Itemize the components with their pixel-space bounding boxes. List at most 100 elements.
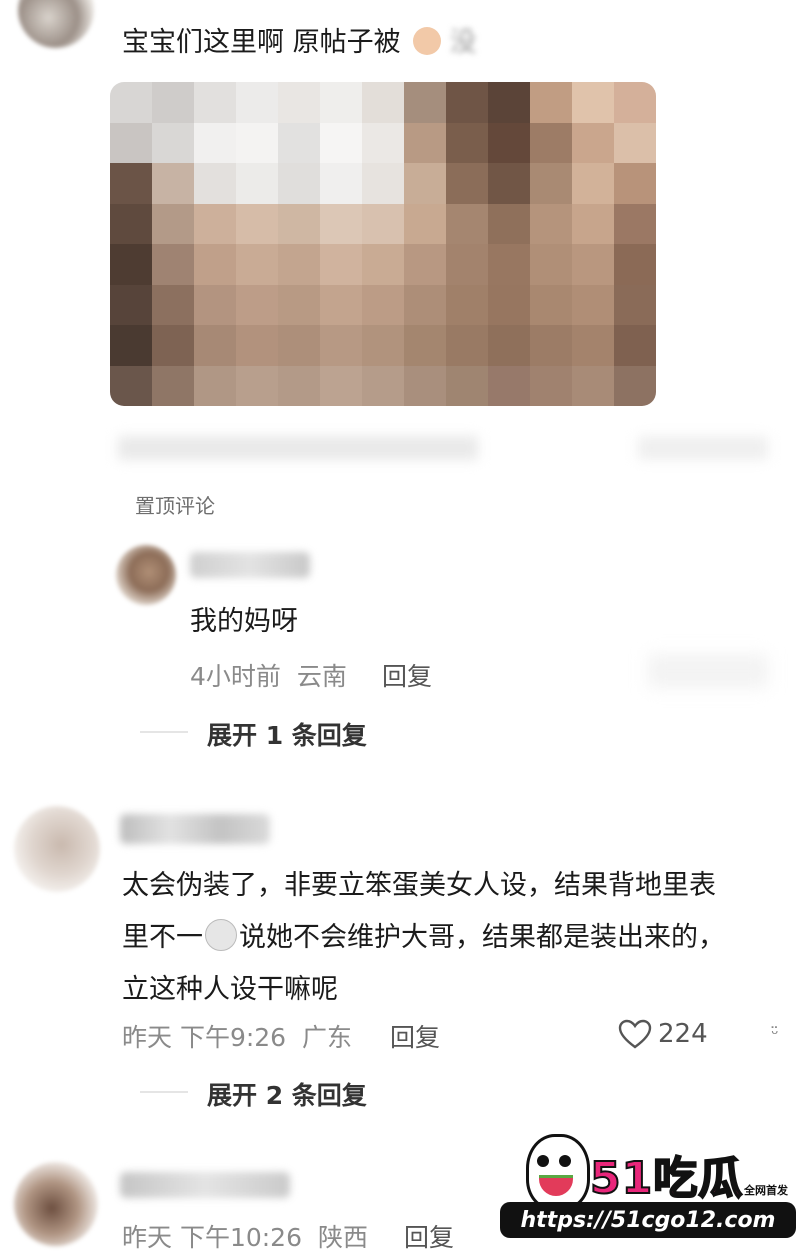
divider bbox=[140, 1091, 188, 1093]
mosaic-cell bbox=[362, 325, 404, 366]
mosaic-cell bbox=[236, 122, 278, 163]
mosaic-cell bbox=[110, 365, 152, 406]
mosaic-cell bbox=[320, 163, 362, 204]
mosaic-cell bbox=[236, 284, 278, 325]
comment-location: 广东 bbox=[302, 1023, 353, 1052]
mosaic-cell bbox=[446, 122, 488, 163]
like-count: 224 bbox=[658, 1019, 708, 1049]
mosaic-cell bbox=[446, 163, 488, 204]
mosaic-cell bbox=[110, 82, 152, 123]
mosaic-cell bbox=[530, 163, 572, 204]
mosaic-cell bbox=[404, 365, 446, 406]
mosaic-cell bbox=[110, 244, 152, 285]
mosaic-cell bbox=[320, 284, 362, 325]
expand-replies-button[interactable]: 展开 1 条回复 bbox=[207, 716, 367, 752]
comment-line: 立这种人设干嘛呢 bbox=[122, 974, 338, 1005]
mosaic-cell bbox=[320, 203, 362, 244]
mosaic-cell bbox=[572, 325, 614, 366]
mosaic-cell bbox=[614, 284, 656, 325]
mosaic-cell bbox=[530, 82, 572, 123]
mosaic-cell bbox=[278, 122, 320, 163]
reply-button[interactable]: 回复 bbox=[382, 657, 432, 693]
mosaic-cell bbox=[572, 284, 614, 325]
mosaic-cell bbox=[572, 244, 614, 285]
mosaic-cell bbox=[614, 163, 656, 204]
mosaic-cell bbox=[110, 284, 152, 325]
comment-meta: 昨天 下午10:26 陕西 bbox=[122, 1218, 368, 1254]
dislike-icon[interactable]: ᵕ̈ bbox=[764, 1024, 786, 1046]
expand-replies-button[interactable]: 展开 2 条回复 bbox=[207, 1076, 367, 1112]
mosaic-cell bbox=[404, 244, 446, 285]
commenter-avatar[interactable] bbox=[116, 545, 176, 605]
mosaic-cell bbox=[362, 122, 404, 163]
comment-location: 云南 bbox=[296, 662, 347, 691]
commenter-name[interactable] bbox=[190, 552, 310, 582]
mosaic-cell bbox=[488, 82, 530, 123]
mosaic-cell bbox=[614, 203, 656, 244]
comment-time: 4小时前 bbox=[190, 662, 281, 691]
mosaic-cell bbox=[152, 82, 194, 123]
mosaic-cell bbox=[362, 203, 404, 244]
mosaic-cell bbox=[488, 244, 530, 285]
brand-tag: 全网首发 bbox=[744, 1184, 788, 1197]
mosaic-cell bbox=[446, 244, 488, 285]
mosaic-cell bbox=[320, 82, 362, 123]
poster-avatar[interactable] bbox=[18, 0, 94, 48]
mosaic-cell bbox=[530, 365, 572, 406]
mosaic-cell bbox=[194, 82, 236, 123]
mosaic-cell bbox=[110, 163, 152, 204]
mosaic-cell bbox=[362, 163, 404, 204]
mosaic-cell bbox=[446, 82, 488, 123]
mosaic-cell bbox=[404, 82, 446, 123]
like-button[interactable]: 224 bbox=[618, 1016, 708, 1052]
commenter-name[interactable] bbox=[120, 814, 270, 844]
mosaic-cell bbox=[530, 122, 572, 163]
mosaic-cell bbox=[530, 284, 572, 325]
mosaic-cell bbox=[572, 365, 614, 406]
brand-name: 51吃瓜 bbox=[589, 1152, 744, 1205]
mosaic-cell bbox=[194, 163, 236, 204]
mosaic-cell bbox=[278, 163, 320, 204]
reply-button[interactable]: 回复 bbox=[404, 1218, 454, 1254]
mosaic-cell bbox=[194, 365, 236, 406]
mosaic-cell bbox=[320, 122, 362, 163]
mosaic-cell bbox=[236, 163, 278, 204]
watermark-logo: 51吃瓜 全网首发 https://51cgo12.com bbox=[500, 1130, 800, 1244]
mosaic-cell bbox=[488, 122, 530, 163]
mosaic-cell bbox=[362, 82, 404, 123]
post-image[interactable] bbox=[110, 82, 656, 406]
reply-button[interactable]: 回复 bbox=[390, 1018, 440, 1054]
mosaic-cell bbox=[530, 203, 572, 244]
mosaic-cell bbox=[236, 365, 278, 406]
mosaic-cell bbox=[152, 203, 194, 244]
mosaic-cell bbox=[404, 203, 446, 244]
mosaic-cell bbox=[236, 325, 278, 366]
mosaic-cell bbox=[110, 122, 152, 163]
commenter-avatar[interactable] bbox=[14, 806, 100, 892]
mosaic-cell bbox=[404, 284, 446, 325]
mosaic-cell bbox=[194, 122, 236, 163]
comment-line: 里不一 说她不会维护大哥，结果都是装出来的， bbox=[122, 912, 792, 964]
mosaic-cell bbox=[152, 325, 194, 366]
mosaic-cell bbox=[278, 82, 320, 123]
mosaic-cell bbox=[110, 203, 152, 244]
mosaic-cell bbox=[614, 244, 656, 285]
mosaic-cell bbox=[278, 284, 320, 325]
mosaic-cell bbox=[152, 163, 194, 204]
comment-text: 我的妈呀 bbox=[190, 606, 298, 637]
mosaic-cell bbox=[278, 244, 320, 285]
blurred-like-area bbox=[648, 654, 768, 688]
mascot-icon bbox=[526, 1134, 590, 1210]
mosaic-cell bbox=[446, 284, 488, 325]
comment-text: 太会伪装了，非要立笨蛋美女人设，结果背地里表 里不一 说她不会维护大哥，结果都是装… bbox=[122, 860, 792, 1016]
commenter-name[interactable] bbox=[120, 1172, 290, 1200]
mosaic-cell bbox=[236, 82, 278, 123]
mosaic-cell bbox=[446, 203, 488, 244]
crying-emoji-icon bbox=[205, 919, 237, 951]
peach-emoji-icon bbox=[413, 27, 442, 55]
comment-location: 陕西 bbox=[317, 1223, 368, 1252]
mosaic-cell bbox=[236, 244, 278, 285]
comment-time: 昨天 下午10:26 bbox=[122, 1223, 302, 1252]
commenter-avatar[interactable] bbox=[14, 1162, 98, 1246]
mosaic-cell bbox=[572, 203, 614, 244]
